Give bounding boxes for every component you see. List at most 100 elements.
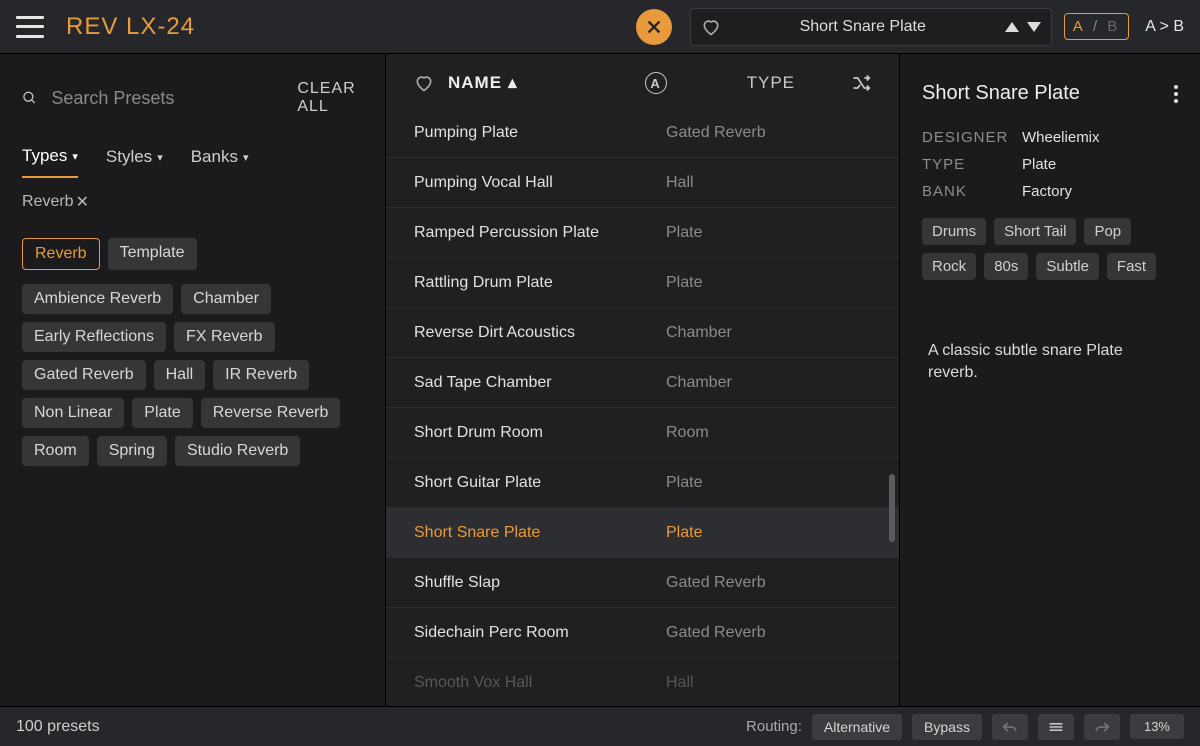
- cpu-meter: 13%: [1130, 714, 1184, 739]
- filter-tag[interactable]: Reverb: [22, 238, 100, 270]
- tab-types[interactable]: Types▾: [22, 146, 78, 178]
- detail-title: Short Snare Plate: [922, 82, 1080, 105]
- meta-value: Plate: [1022, 156, 1056, 173]
- current-preset-name[interactable]: Short Snare Plate: [733, 18, 993, 36]
- preset-row[interactable]: Sad Tape ChamberChamber: [386, 358, 899, 408]
- preset-type: Gated Reverb: [666, 574, 766, 592]
- filter-tag[interactable]: Hall: [154, 360, 206, 390]
- preset-row[interactable]: Smooth Vox HallHall: [386, 658, 899, 706]
- preset-type: Hall: [666, 174, 694, 192]
- filter-tag[interactable]: Early Reflections: [22, 322, 166, 352]
- column-header-type[interactable]: TYPE: [747, 73, 795, 93]
- more-options-button[interactable]: [1174, 85, 1178, 103]
- preset-display: Short Snare Plate: [690, 8, 1052, 46]
- preset-row[interactable]: Short Drum RoomRoom: [386, 408, 899, 458]
- preset-name: Short Guitar Plate: [414, 474, 666, 492]
- filter-tag[interactable]: Reverse Reverb: [201, 398, 341, 428]
- meta-key: TYPE: [922, 156, 1008, 173]
- preset-name: Pumping Plate: [414, 124, 666, 142]
- scrollbar[interactable]: [889, 474, 895, 542]
- preset-name: Smooth Vox Hall: [414, 674, 666, 692]
- column-header-name[interactable]: NAME▴: [448, 73, 518, 93]
- next-preset-button[interactable]: [1027, 22, 1041, 32]
- preset-type: Plate: [666, 274, 702, 292]
- sort-asc-icon: ▴: [508, 73, 518, 93]
- filter-tag[interactable]: Room: [22, 436, 89, 466]
- ab-copy-button[interactable]: A > B: [1145, 18, 1184, 36]
- preset-row[interactable]: Sidechain Perc RoomGated Reverb: [386, 608, 899, 658]
- meta-key: BANK: [922, 183, 1008, 200]
- chevron-down-icon: ▾: [243, 151, 249, 164]
- detail-tag[interactable]: Fast: [1107, 253, 1156, 280]
- meta-value: Factory: [1022, 183, 1072, 200]
- filter-tag[interactable]: Plate: [132, 398, 192, 428]
- filter-tag[interactable]: FX Reverb: [174, 322, 274, 352]
- preset-row[interactable]: Shuffle SlapGated Reverb: [386, 558, 899, 608]
- preset-type: Gated Reverb: [666, 624, 766, 642]
- detail-tag[interactable]: 80s: [984, 253, 1028, 280]
- preset-name: Shuffle Slap: [414, 574, 666, 592]
- search-input[interactable]: [51, 88, 283, 109]
- preset-name: Pumping Vocal Hall: [414, 174, 666, 192]
- detail-tag[interactable]: Drums: [922, 218, 986, 245]
- filter-tag[interactable]: Chamber: [181, 284, 271, 314]
- detail-tag[interactable]: Short Tail: [994, 218, 1076, 245]
- preset-row[interactable]: Pumping Vocal HallHall: [386, 158, 899, 208]
- preset-row[interactable]: Ramped Percussion PlatePlate: [386, 208, 899, 258]
- preset-type: Plate: [666, 224, 702, 242]
- preset-name: Reverse Dirt Acoustics: [414, 324, 666, 342]
- filter-tag[interactable]: Spring: [97, 436, 167, 466]
- preset-type: Room: [666, 424, 709, 442]
- heart-icon[interactable]: [701, 17, 721, 37]
- preset-row[interactable]: Short Snare PlatePlate: [386, 508, 899, 558]
- filter-sidebar: CLEAR ALL Types▾ Styles▾ Banks▾ Reverb✕ …: [0, 54, 386, 706]
- preset-row[interactable]: Rattling Drum PlatePlate: [386, 258, 899, 308]
- clear-all-button[interactable]: CLEAR ALL: [297, 80, 363, 116]
- heart-icon[interactable]: [414, 73, 434, 93]
- close-browser-button[interactable]: [636, 9, 672, 45]
- active-filter-chip[interactable]: Reverb✕: [22, 192, 363, 212]
- filter-tag[interactable]: IR Reverb: [213, 360, 309, 390]
- history-button[interactable]: [1038, 714, 1074, 740]
- filter-tag[interactable]: Non Linear: [22, 398, 124, 428]
- close-icon: [645, 18, 663, 36]
- routing-label: Routing:: [746, 718, 802, 735]
- preset-name: Short Drum Room: [414, 424, 666, 442]
- undo-button[interactable]: [992, 714, 1028, 740]
- app-header: REV LX-24 Short Snare Plate A / B A > B: [0, 0, 1200, 54]
- detail-tag[interactable]: Pop: [1084, 218, 1131, 245]
- preset-name: Ramped Percussion Plate: [414, 224, 666, 242]
- filter-tag[interactable]: Template: [108, 238, 197, 270]
- preset-type: Chamber: [666, 324, 732, 342]
- preset-name: Short Snare Plate: [414, 524, 666, 542]
- preset-row[interactable]: Pumping PlateGated Reverb: [386, 108, 899, 158]
- menu-button[interactable]: [16, 16, 44, 38]
- tab-banks[interactable]: Banks▾: [191, 146, 249, 178]
- bypass-button[interactable]: Bypass: [912, 714, 982, 740]
- filter-tag[interactable]: Studio Reverb: [175, 436, 300, 466]
- preset-row[interactable]: Reverse Dirt AcousticsChamber: [386, 308, 899, 358]
- preset-name: Sad Tape Chamber: [414, 374, 666, 392]
- ab-toggle[interactable]: A / B: [1064, 13, 1130, 40]
- preset-name: Sidechain Perc Room: [414, 624, 666, 642]
- remove-filter-icon[interactable]: ✕: [76, 192, 89, 212]
- detail-tag[interactable]: Rock: [922, 253, 976, 280]
- detail-tag[interactable]: Subtle: [1036, 253, 1099, 280]
- filter-tag[interactable]: Ambience Reverb: [22, 284, 173, 314]
- search-icon: [22, 87, 37, 109]
- status-bar: 100 presets Routing: Alternative Bypass …: [0, 706, 1200, 746]
- preset-row[interactable]: Short Guitar PlatePlate: [386, 458, 899, 508]
- meta-value: Wheeliemix: [1022, 129, 1100, 146]
- prev-preset-button[interactable]: [1005, 22, 1019, 32]
- tab-styles[interactable]: Styles▾: [106, 146, 163, 178]
- preset-detail-panel: Short Snare Plate DESIGNERWheeliemix TYP…: [900, 54, 1200, 706]
- preset-type: Hall: [666, 674, 694, 692]
- shuffle-icon[interactable]: [851, 73, 871, 93]
- filter-tag[interactable]: Gated Reverb: [22, 360, 146, 390]
- redo-button[interactable]: [1084, 714, 1120, 740]
- routing-select[interactable]: Alternative: [812, 714, 902, 740]
- preset-type: Gated Reverb: [666, 124, 766, 142]
- arturia-icon[interactable]: A: [645, 72, 667, 94]
- product-name: REV LX-24: [66, 13, 195, 41]
- preset-count: 100 presets: [16, 718, 100, 736]
